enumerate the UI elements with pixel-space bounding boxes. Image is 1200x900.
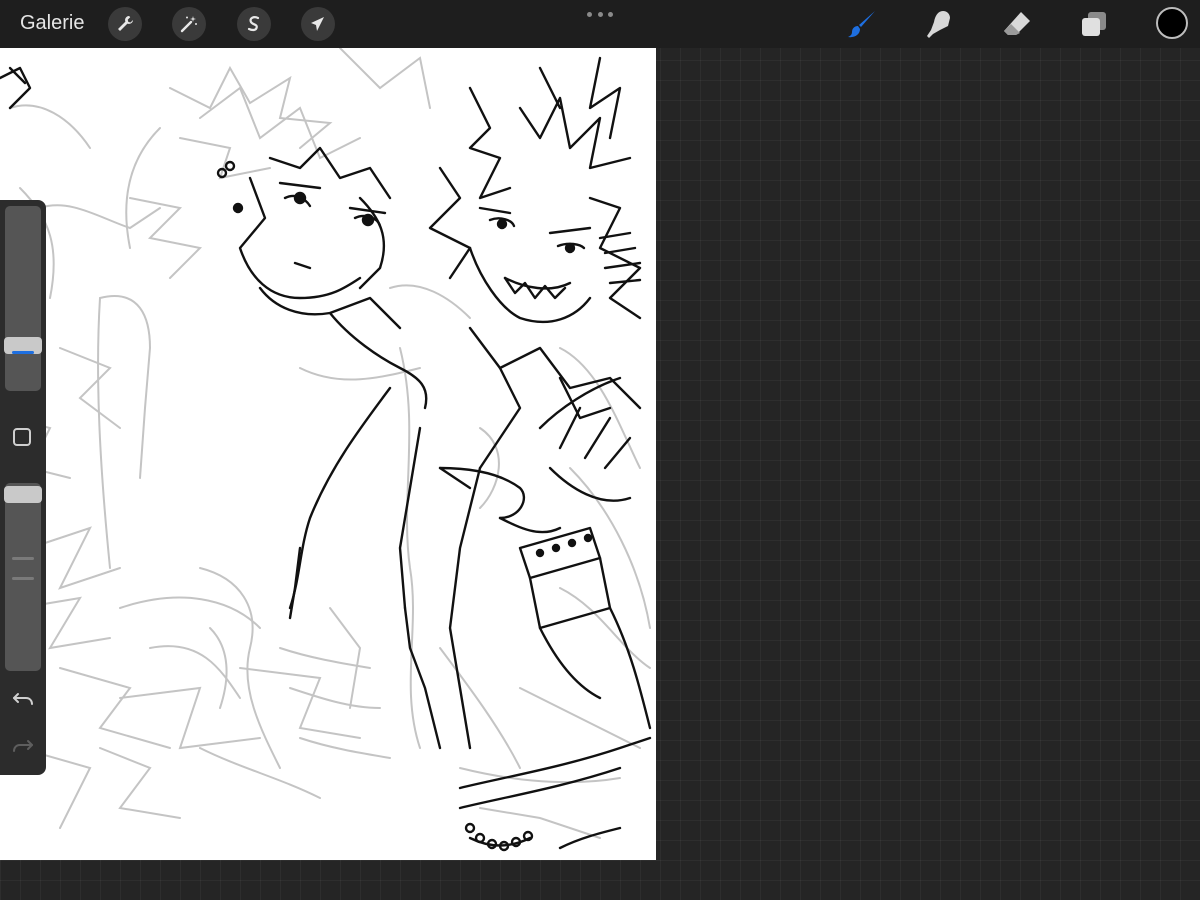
transform-button[interactable] (301, 7, 335, 41)
brush-icon (848, 11, 875, 38)
modify-color-button[interactable] (13, 428, 31, 446)
opacity-thumb[interactable] (4, 486, 42, 504)
slider-mark (12, 557, 34, 560)
tool-sidebar (0, 200, 46, 775)
wrench-icon (118, 16, 133, 31)
selection-button[interactable] (237, 7, 271, 41)
smudge-finger-icon (927, 11, 950, 38)
dot (587, 11, 592, 17)
more-options-button[interactable] (587, 8, 613, 20)
dot (608, 11, 613, 17)
eraser-icon (1004, 12, 1030, 35)
drawing-canvas[interactable] (0, 48, 656, 860)
slider-mark (12, 577, 34, 580)
layers-button[interactable] (1078, 8, 1110, 40)
undo-icon[interactable] (12, 688, 34, 710)
arrow-cursor-icon (311, 17, 324, 31)
sketch-artwork (0, 48, 652, 852)
magic-wand-icon (180, 16, 197, 33)
eraser-tool-button[interactable] (1001, 8, 1033, 40)
layers-icon (1082, 12, 1106, 36)
brush-tool-button[interactable] (846, 8, 878, 40)
smudge-tool-button[interactable] (923, 8, 955, 40)
redo-icon[interactable] (12, 735, 34, 757)
top-toolbar: Galerie (0, 0, 1200, 48)
gallery-button[interactable]: Galerie (20, 12, 84, 35)
dot (597, 11, 603, 17)
selection-s-icon (247, 16, 260, 32)
actions-button[interactable] (108, 7, 142, 41)
brush-size-indicator (12, 351, 34, 355)
brush-size-slider[interactable] (5, 206, 41, 391)
brush-size-thumb[interactable] (4, 337, 42, 355)
color-picker-button[interactable] (1156, 7, 1188, 39)
adjustments-button[interactable] (172, 7, 206, 41)
